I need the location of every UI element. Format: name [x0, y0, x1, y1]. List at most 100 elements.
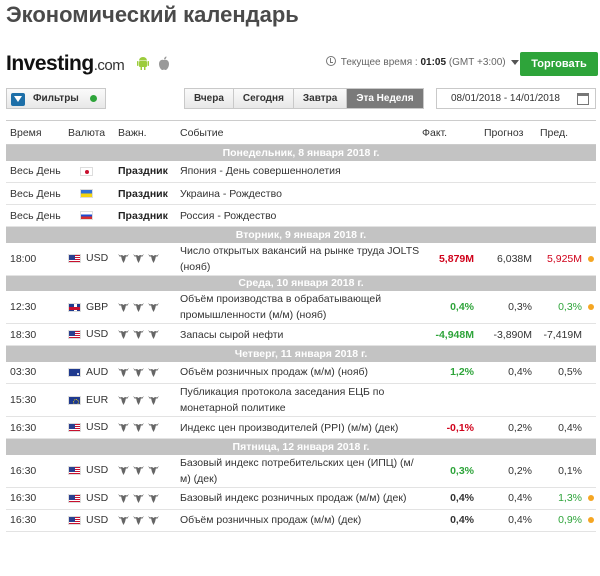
date-range-picker[interactable]: 08/01/2018 - 14/01/2018 — [436, 88, 596, 109]
event-name[interactable]: Число открытых вакансий на рынке труда J… — [180, 242, 422, 276]
event-row[interactable]: Весь День Праздник Россия - Рождество — [6, 204, 596, 227]
event-row[interactable]: 16:30 USD Индекс цен производителей (PPI) … — [6, 416, 596, 439]
event-name[interactable]: Япония - День совершеннолетия — [180, 160, 422, 183]
event-previous: 0,1% — [540, 454, 584, 488]
event-importance: Праздник — [118, 204, 180, 227]
event-row[interactable]: 18:30 USD Запасы сырой нефти -4,948M -3,890M… — [6, 323, 596, 346]
event-name[interactable]: Объём производства в обрабатывающей пром… — [180, 291, 422, 324]
event-row[interactable]: 18:00 USD Число открытых вакансий на рынке… — [6, 242, 596, 276]
timezone: (GMT +3:00) — [448, 57, 506, 68]
header-importance[interactable]: Важн. — [118, 120, 180, 145]
period-tab[interactable]: Эта Неделя — [347, 89, 423, 108]
bull-icon — [148, 515, 159, 525]
bull-icon — [148, 302, 159, 312]
event-name[interactable]: Индекс цен производителей (PPI) (м/м) (д… — [180, 416, 422, 439]
event-actual — [422, 383, 484, 417]
logo-main: Investing — [6, 52, 94, 75]
flag-us-icon — [68, 330, 81, 340]
header-forecast[interactable]: Прогноз — [484, 120, 540, 145]
event-time: Весь День — [6, 204, 68, 227]
bull-icon — [118, 515, 129, 525]
bull-icon — [133, 367, 144, 377]
bull-icon — [133, 493, 144, 503]
bull-icon — [133, 254, 144, 264]
event-name[interactable]: Публикация протокола заседания ЕЦБ по мо… — [180, 383, 422, 417]
day-header: Пятница, 12 января 2018 г. — [6, 438, 596, 455]
investing-logo[interactable]: Investing.com — [6, 52, 125, 76]
event-importance — [118, 416, 180, 439]
event-row[interactable]: Весь День Праздник Япония - День совершенн… — [6, 160, 596, 183]
android-icon[interactable] — [137, 56, 149, 70]
filters-button[interactable]: Фильтры — [6, 88, 106, 109]
brand-bar: Investing.com Текущее время : 01:05 (GMT… — [6, 50, 598, 80]
event-previous: 0,3% — [540, 291, 584, 324]
event-alert[interactable] — [584, 509, 596, 532]
bull-icon — [148, 330, 159, 340]
bull-icon — [118, 466, 129, 476]
event-name[interactable]: Объём розничных продаж (м/м) (нояб) — [180, 361, 422, 384]
event-alert[interactable] — [584, 487, 596, 510]
flag-au-icon — [68, 367, 81, 377]
event-time: 18:00 — [6, 242, 68, 276]
trade-button[interactable]: Торговать — [520, 52, 598, 76]
currency-code: USD — [86, 328, 109, 341]
event-row[interactable]: 15:30 EUR Публикация протокола заседания Е… — [6, 383, 596, 417]
event-alert[interactable] — [584, 242, 596, 276]
header-currency[interactable]: Валюта — [68, 120, 118, 145]
time-value: 01:05 — [420, 57, 447, 68]
event-row[interactable]: 16:30 USD Базовый индекс потребительских ц… — [6, 454, 596, 488]
event-row[interactable]: Весь День Праздник Украина - Рождество — [6, 182, 596, 205]
table-header-row: Время Валюта Важн. Событие Факт. Прогноз… — [6, 120, 596, 145]
holiday-label: Праздник — [118, 187, 168, 200]
flag-us-icon — [68, 466, 81, 476]
event-name[interactable]: Базовый индекс потребительских цен (ИПЦ)… — [180, 454, 422, 488]
header-event[interactable]: Событие — [180, 120, 422, 145]
period-tab[interactable]: Сегодня — [233, 89, 294, 108]
flag-ru-icon — [80, 211, 93, 221]
bull-icon — [148, 254, 159, 264]
event-forecast: 0,3% — [484, 291, 540, 324]
event-importance — [118, 323, 180, 346]
event-row[interactable]: 16:30 USD Базовый индекс розничных продаж … — [6, 487, 596, 510]
event-actual: 0,4% — [422, 487, 484, 510]
event-previous: -7,419M — [540, 323, 584, 346]
current-time[interactable]: Текущее время : 01:05 (GMT +3:00) — [326, 56, 520, 68]
header-previous[interactable]: Пред. — [540, 120, 584, 145]
day-header-row: Пятница, 12 января 2018 г. — [6, 438, 596, 455]
flag-jp-icon — [80, 166, 93, 176]
bull-icon — [148, 367, 159, 377]
filter-icon — [11, 93, 25, 106]
apple-icon[interactable] — [158, 56, 170, 70]
event-currency: USD — [68, 454, 118, 488]
event-row[interactable]: 16:30 USD Объём розничных продаж (м/м) (де… — [6, 509, 596, 532]
header-spacer — [584, 120, 596, 145]
event-actual — [422, 204, 484, 227]
event-row[interactable]: 12:30 GBP Объём производства в обрабатываю… — [6, 291, 596, 324]
event-actual — [422, 182, 484, 205]
event-time: 18:30 — [6, 323, 68, 346]
event-time: 16:30 — [6, 454, 68, 488]
event-row[interactable]: 03:30 AUD Объём розничных продаж (м/м) (но… — [6, 361, 596, 384]
event-name[interactable]: Украина - Рождество — [180, 182, 422, 205]
header-actual[interactable]: Факт. — [422, 120, 484, 145]
header-time[interactable]: Время — [6, 120, 68, 145]
period-tabs: Вчера Сегодня Завтра Эта Неделя — [184, 88, 424, 109]
event-forecast: 0,2% — [484, 416, 540, 439]
event-name[interactable]: Запасы сырой нефти — [180, 323, 422, 346]
currency-code: USD — [86, 464, 109, 477]
event-currency: GBP — [68, 291, 118, 324]
event-name[interactable]: Объём розничных продаж (м/м) (дек) — [180, 509, 422, 532]
event-importance: Праздник — [118, 160, 180, 183]
period-tab[interactable]: Вчера — [185, 89, 234, 108]
holiday-label: Праздник — [118, 209, 168, 222]
period-tab[interactable]: Завтра — [293, 89, 348, 108]
event-alert — [584, 204, 596, 227]
day-header: Четверг, 11 января 2018 г. — [6, 345, 596, 362]
day-header-row: Вторник, 9 января 2018 г. — [6, 226, 596, 243]
event-time: 16:30 — [6, 416, 68, 439]
currency-code: USD — [86, 421, 109, 434]
event-name[interactable]: Базовый индекс розничных продаж (м/м) (д… — [180, 487, 422, 510]
event-previous: 0,4% — [540, 416, 584, 439]
event-alert[interactable] — [584, 291, 596, 324]
event-name[interactable]: Россия - Рождество — [180, 204, 422, 227]
